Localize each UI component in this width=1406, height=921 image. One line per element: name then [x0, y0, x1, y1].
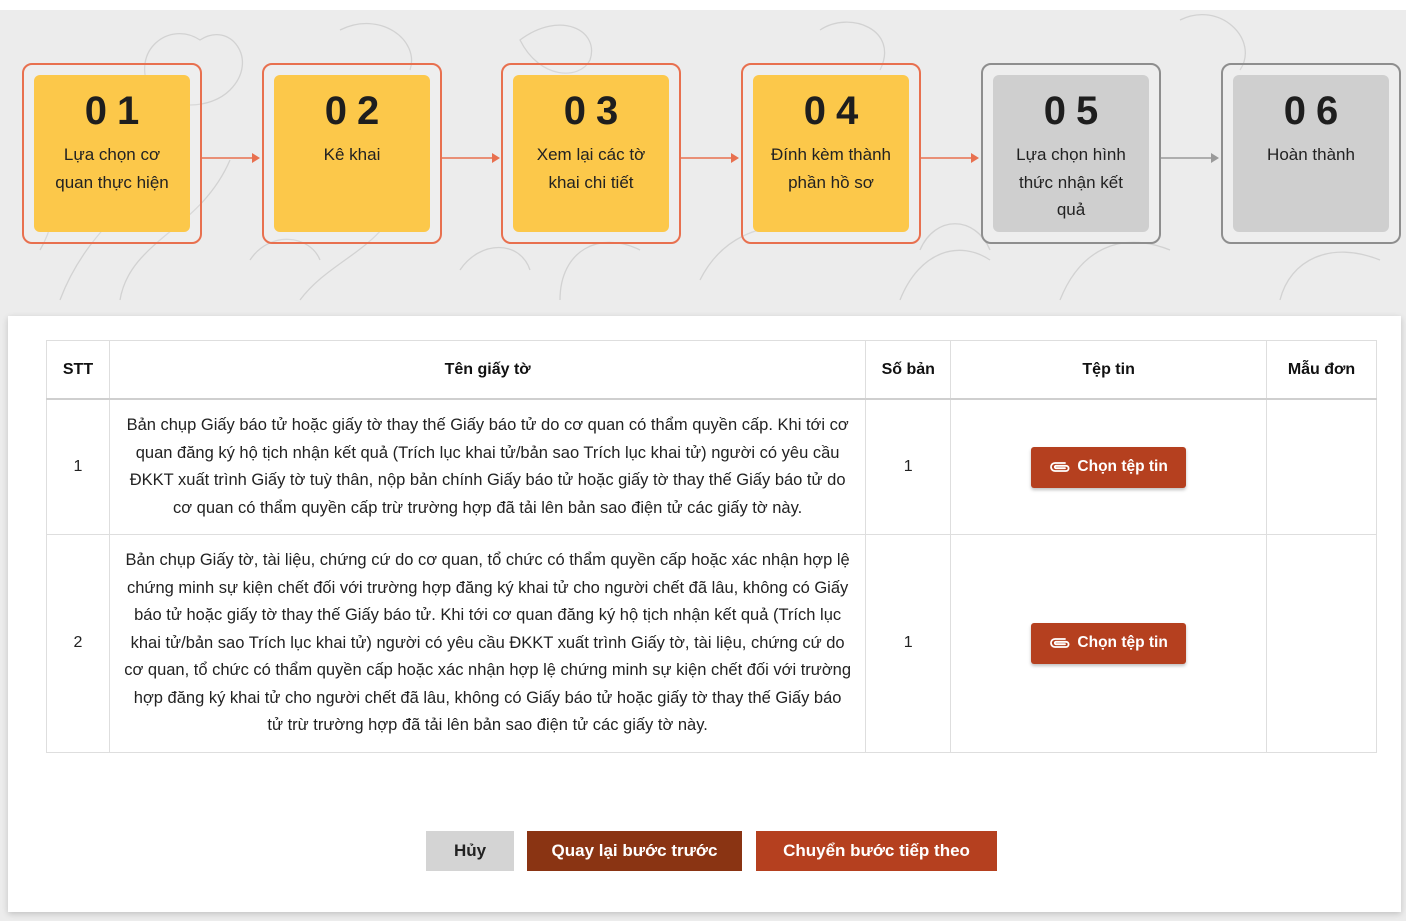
cancel-button[interactable]: Hủy [426, 831, 514, 871]
row-template [1266, 398, 1377, 535]
documents-card: STT Tên giấy tờ Số bản Tệp tin Mẫu đơn 1… [8, 316, 1401, 912]
step-6-label: Hoàn thành [1267, 145, 1355, 164]
step-1-label: Lựa chọn cơ quan thực hiện [55, 145, 169, 192]
step-5-number: 05 [1043, 89, 1109, 133]
step-5[interactable]: 05 Lựa chọn hình thức nhận kết quả [981, 63, 1161, 244]
choose-file-button[interactable]: Chọn tệp tin [1031, 446, 1187, 488]
row-file-cell: Chọn tệp tin [950, 398, 1268, 535]
step-3[interactable]: 03 Xem lại các tờ khai chi tiết [501, 63, 681, 244]
step-6-box: 06 Hoàn thành [1233, 75, 1389, 232]
row-template [1266, 534, 1377, 753]
header-copies: Số bản [865, 340, 952, 400]
header-file: Tệp tin [950, 340, 1268, 400]
paperclip-icon [1050, 462, 1070, 472]
step-1-box: 01 Lựa chọn cơ quan thực hiện [34, 75, 190, 232]
step-4[interactable]: 04 Đính kèm thành phần hồ sơ [741, 63, 921, 244]
choose-file-label: Chọn tệp tin [1077, 634, 1168, 652]
step-2[interactable]: 02 Kê khai [262, 63, 442, 244]
step-4-label: Đính kèm thành phần hồ sơ [770, 145, 891, 192]
row-document-name: Bản chụp Giấy tờ, tài liệu, chứng cứ do … [108, 534, 867, 753]
table-header-row: STT Tên giấy tờ Số bản Tệp tin Mẫu đơn [46, 340, 1377, 400]
step-1[interactable]: 01 Lựa chọn cơ quan thực hiện [22, 63, 202, 244]
row-file-cell: Chọn tệp tin [950, 534, 1268, 753]
row-copies: 1 [865, 398, 952, 535]
back-button[interactable]: Quay lại bước trước [527, 831, 742, 871]
step-arrow-5 [1161, 153, 1219, 163]
row-stt: 1 [46, 398, 110, 535]
step-6-number: 06 [1283, 89, 1349, 133]
page-top-strip [0, 0, 1406, 10]
step-4-box: 04 Đính kèm thành phần hồ sơ [753, 75, 909, 232]
table-row: 2 Bản chụp Giấy tờ, tài liệu, chứng cứ d… [46, 534, 1377, 753]
step-5-label: Lựa chọn hình thức nhận kết quả [1016, 145, 1126, 219]
step-2-box: 02 Kê khai [274, 75, 430, 232]
step-4-number: 04 [803, 89, 869, 133]
step-3-box: 03 Xem lại các tờ khai chi tiết [513, 75, 669, 232]
step-3-number: 03 [563, 89, 629, 133]
documents-table: STT Tên giấy tờ Số bản Tệp tin Mẫu đơn 1… [46, 340, 1377, 753]
step-arrow-2 [442, 153, 500, 163]
step-6[interactable]: 06 Hoàn thành [1221, 63, 1401, 244]
step-1-number: 01 [84, 89, 150, 133]
table-row: 1 Bản chụp Giấy báo tử hoặc giấy tờ thay… [46, 398, 1377, 535]
choose-file-button[interactable]: Chọn tệp tin [1031, 622, 1187, 664]
row-stt: 2 [46, 534, 110, 753]
paperclip-icon [1050, 638, 1070, 649]
header-stt: STT [46, 340, 110, 400]
step-arrow-3 [681, 153, 739, 163]
step-arrow-1 [202, 153, 260, 163]
choose-file-label: Chọn tệp tin [1077, 458, 1168, 475]
step-3-label: Xem lại các tờ khai chi tiết [536, 145, 646, 192]
header-template: Mẫu đơn [1266, 340, 1377, 400]
step-5-box: 05 Lựa chọn hình thức nhận kết quả [993, 75, 1149, 232]
row-document-name: Bản chụp Giấy báo tử hoặc giấy tờ thay t… [108, 398, 867, 535]
header-document-name: Tên giấy tờ [108, 340, 867, 400]
step-arrow-4 [921, 153, 979, 163]
step-2-label: Kê khai [323, 145, 381, 164]
step-2-number: 02 [324, 89, 390, 133]
row-copies: 1 [865, 534, 952, 753]
next-step-button[interactable]: Chuyển bước tiếp theo [756, 831, 997, 871]
